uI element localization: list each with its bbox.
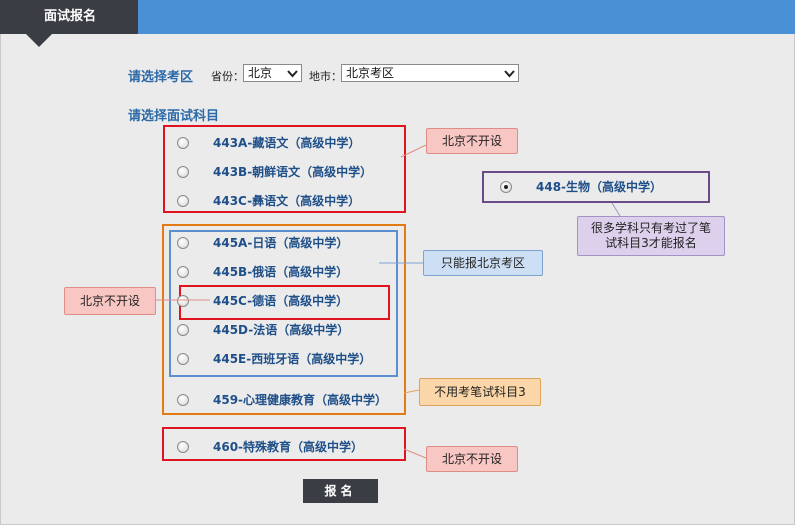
option-445e-label[interactable]: 445E-西班牙语（高级中学） bbox=[213, 350, 371, 367]
subject-section-label: 请选择面试科目 bbox=[128, 109, 220, 124]
province-select[interactable]: 北京 bbox=[243, 64, 302, 82]
radio-443c[interactable] bbox=[177, 195, 189, 207]
callout-no-written-3: 不用考笔试科目3 bbox=[419, 378, 541, 406]
city-select[interactable]: 北京考区 bbox=[341, 64, 519, 82]
radio-445c[interactable] bbox=[177, 295, 189, 307]
province-label: 省份： bbox=[211, 70, 244, 83]
callout-not-offered-1: 北京不开设 bbox=[426, 128, 518, 154]
chevron-down-icon bbox=[287, 70, 298, 78]
city-select-value: 北京考区 bbox=[346, 66, 395, 80]
option-443c-label[interactable]: 443C-彝语文（高级中学） bbox=[213, 192, 360, 209]
submit-button[interactable]: 报名 bbox=[303, 479, 378, 503]
radio-460[interactable] bbox=[177, 441, 189, 453]
city-label: 地市： bbox=[309, 70, 342, 83]
option-459-label[interactable]: 459-心理健康教育（高级中学） bbox=[213, 391, 387, 408]
option-443a-label[interactable]: 443A-藏语文（高级中学） bbox=[213, 134, 360, 151]
option-445d-label[interactable]: 445D-法语（高级中学） bbox=[213, 321, 349, 338]
radio-445b[interactable] bbox=[177, 266, 189, 278]
option-448-label[interactable]: 448-生物（高级中学） bbox=[536, 178, 662, 195]
region-section-label: 请选择考区 bbox=[128, 70, 194, 85]
province-select-value: 北京 bbox=[248, 66, 273, 80]
tab-pointer bbox=[26, 34, 52, 47]
option-445c-label[interactable]: 445C-德语（高级中学） bbox=[213, 292, 348, 309]
callout-beijing-only: 只能报北京考区 bbox=[423, 250, 543, 276]
radio-443b[interactable] bbox=[177, 166, 189, 178]
callout-written-3-note: 很多学科只有考过了笔试科目3才能报名 bbox=[577, 216, 725, 256]
radio-443a[interactable] bbox=[177, 137, 189, 149]
radio-445d[interactable] bbox=[177, 324, 189, 336]
option-443b-label[interactable]: 443B-朝鲜语文（高级中学） bbox=[213, 163, 372, 180]
radio-445a[interactable] bbox=[177, 237, 189, 249]
radio-459[interactable] bbox=[177, 394, 189, 406]
callout-not-offered-3: 北京不开设 bbox=[426, 446, 518, 472]
radio-445e[interactable] bbox=[177, 353, 189, 365]
chevron-down-icon bbox=[504, 70, 515, 78]
tab-interview-registration[interactable]: 面试报名 bbox=[0, 0, 138, 34]
radio-448[interactable] bbox=[500, 181, 512, 193]
option-445a-label[interactable]: 445A-日语（高级中学） bbox=[213, 234, 348, 251]
callout-not-offered-2: 北京不开设 bbox=[64, 287, 156, 315]
option-445b-label[interactable]: 445B-俄语（高级中学） bbox=[213, 263, 348, 280]
option-460-label[interactable]: 460-特殊教育（高级中学） bbox=[213, 438, 363, 455]
